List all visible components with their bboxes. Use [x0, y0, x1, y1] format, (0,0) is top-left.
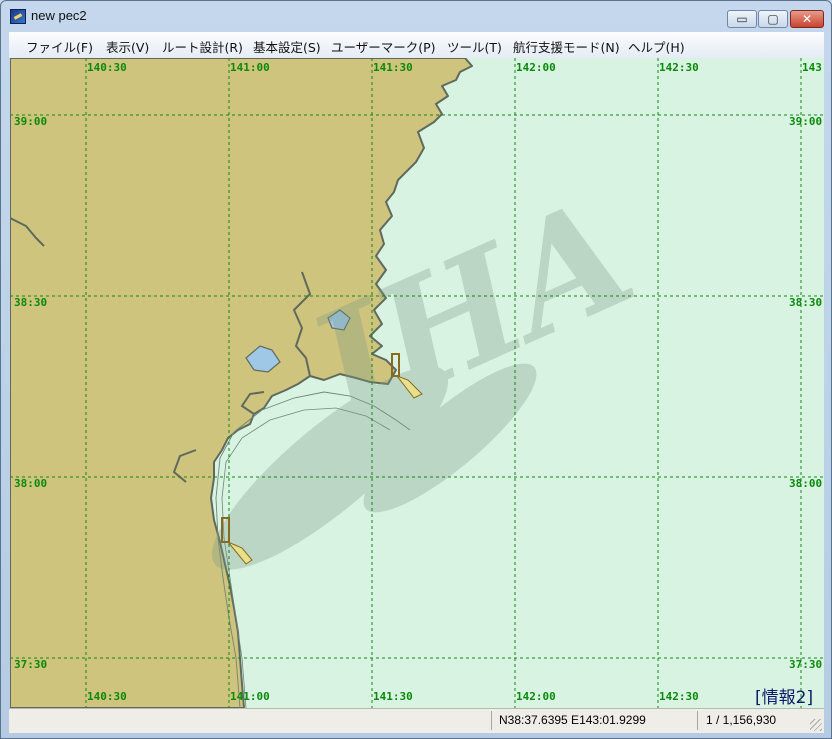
- lat-label: 38:30: [789, 296, 822, 309]
- menu-bar: ファイル(F) 表示(V) ルート設計(R) 基本設定(S) ユーザーマーク(P…: [9, 32, 824, 59]
- lat-label: 38:00: [14, 477, 47, 490]
- app-icon[interactable]: [10, 9, 26, 24]
- menu-basic-settings[interactable]: 基本設定(S): [253, 37, 321, 56]
- info-panel-label[interactable]: [情報2]: [755, 683, 813, 708]
- lon-label: 143: [802, 61, 822, 74]
- menu-navigation-mode[interactable]: 航行支援モード(N): [513, 37, 620, 56]
- lon-label: 141:00: [230, 61, 270, 74]
- app-window: new pec2 ▭ ▢ ✕ ファイル(F) 表示(V) ルート設計(R) 基本…: [0, 0, 832, 739]
- lon-label: 140:30: [87, 61, 127, 74]
- maximize-button[interactable]: ▢: [758, 10, 788, 28]
- lat-label: 39:00: [789, 115, 822, 128]
- chart-scale: 1 / 1,156,930: [706, 713, 777, 727]
- lon-label: 141:30: [373, 690, 413, 703]
- lon-label: 142:30: [659, 61, 699, 74]
- cursor-coordinates: N38:37.6395 E143:01.9299: [499, 713, 646, 727]
- menu-file[interactable]: ファイル(F): [26, 37, 93, 56]
- lon-label: 142:00: [516, 690, 556, 703]
- status-separator: [491, 711, 492, 730]
- resize-grip[interactable]: [810, 719, 822, 731]
- menu-tools[interactable]: ツール(T): [447, 37, 502, 56]
- nautical-chart[interactable]: JHA 140:30 141:00 141:30 142:00 142:30 1…: [10, 58, 824, 708]
- chart-view[interactable]: JHA 140:30 141:00 141:30 142:00 142:30 1…: [10, 58, 824, 708]
- lon-label: 140:30: [87, 690, 127, 703]
- window-title: new pec2: [31, 8, 87, 23]
- status-bar: N38:37.6395 E143:01.9299 1 / 1,156,930: [9, 708, 824, 733]
- lat-label: 39:00: [14, 115, 47, 128]
- menu-view[interactable]: 表示(V): [106, 37, 149, 56]
- lat-label: 37:30: [14, 658, 47, 671]
- lon-label: 142:00: [516, 61, 556, 74]
- lon-label: 141:30: [373, 61, 413, 74]
- lat-label: 38:00: [789, 477, 822, 490]
- lat-label: 37:30: [789, 658, 822, 671]
- menu-user-mark[interactable]: ユーザーマーク(P): [331, 37, 436, 56]
- close-button[interactable]: ✕: [790, 10, 824, 28]
- lon-label: 142:30: [659, 690, 699, 703]
- status-separator: [697, 711, 698, 730]
- lat-label: 38:30: [14, 296, 47, 309]
- menu-route-design[interactable]: ルート設計(R): [162, 37, 243, 56]
- menu-help[interactable]: ヘルプ(H): [628, 37, 685, 56]
- minimize-button[interactable]: ▭: [727, 10, 757, 28]
- lon-label: 141:00: [230, 690, 270, 703]
- title-bar[interactable]: new pec2 ▭ ▢ ✕: [1, 1, 831, 31]
